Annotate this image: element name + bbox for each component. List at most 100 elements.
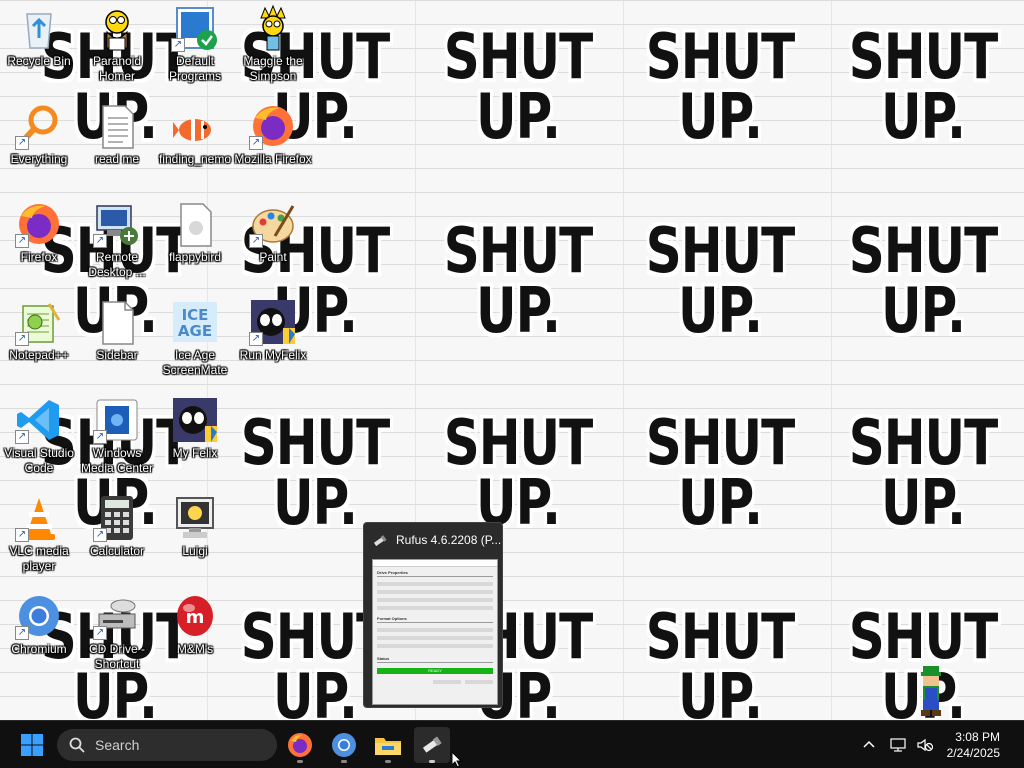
- running-indicator: [341, 760, 347, 763]
- desktop-icon[interactable]: ↗ Everything: [0, 102, 78, 167]
- desktop-icon[interactable]: ICE AGE Ice Age ScreenMate: [156, 298, 234, 378]
- taskbar-chromium[interactable]: [326, 727, 362, 763]
- firefox-icon: ↗: [15, 200, 63, 248]
- desktop-icon-label: M&M's: [176, 642, 214, 656]
- file-icon: [171, 200, 219, 248]
- luigi-sprite: [921, 666, 941, 716]
- wallpaper-line-1: SHUT: [443, 20, 594, 93]
- desktop-icon[interactable]: ↗ Run MyFelix: [234, 298, 312, 363]
- wallpaper-shut-up-text: SHUTUP.: [645, 600, 796, 733]
- remote-desktop-icon: ↗: [93, 200, 141, 248]
- network-status[interactable]: [888, 734, 910, 756]
- taskbar-file-explorer[interactable]: [370, 727, 406, 763]
- vlc-icon: ↗: [15, 494, 63, 542]
- network-icon: [890, 738, 906, 752]
- desktop-icon-label: Sidebar: [96, 348, 138, 362]
- desktop-icon[interactable]: ↗ Windows Media Center: [78, 396, 156, 476]
- rufus-ready-bar: READY: [377, 668, 493, 674]
- desktop-icon[interactable]: My Felix: [156, 396, 234, 461]
- rufus-usb-icon: [373, 535, 387, 547]
- taskbar-firefox[interactable]: [282, 727, 318, 763]
- desktop-icon[interactable]: ↗ Firefox: [0, 200, 78, 265]
- volume-muted-icon: [917, 738, 934, 752]
- desktop-icon[interactable]: ↗ Mozilla Firefox: [234, 102, 312, 167]
- desktop-icon-label: Recycle Bin: [7, 54, 71, 68]
- shortcut-arrow-icon: ↗: [93, 430, 107, 444]
- desktop-icon[interactable]: Paranoid Homer: [78, 4, 156, 84]
- taskbar-rufus[interactable]: [414, 727, 450, 763]
- rufus-window-thumbnail[interactable]: Drive Properties Format Options Status R…: [372, 559, 498, 705]
- desktop-icon[interactable]: flappybird: [156, 200, 234, 265]
- shortcut-arrow-icon: ↗: [93, 234, 107, 248]
- clock[interactable]: 3:08 PM 2/24/2025: [947, 729, 1000, 761]
- desktop-icon[interactable]: m M&M's: [156, 592, 234, 657]
- wallpaper-line-1: SHUT: [645, 600, 796, 673]
- taskbar-search[interactable]: Search: [57, 729, 277, 761]
- rufus-ready-label: READY: [428, 668, 442, 673]
- wallpaper-line-1: SHUT: [848, 406, 999, 479]
- wallpaper-line-2: UP.: [880, 79, 966, 153]
- wallpaper-line-2: UP.: [880, 273, 966, 347]
- desktop-icon[interactable]: Recycle Bin: [0, 4, 78, 69]
- firefox-icon: ↗: [249, 102, 297, 150]
- rufus-taskbar-preview[interactable]: Rufus 4.6.2208 (P... Drive Properties Fo…: [363, 522, 503, 708]
- rufus-format-options: Format Options: [377, 616, 407, 621]
- desktop-icon[interactable]: ↗ Chromium: [0, 592, 78, 657]
- desktop-icon[interactable]: Luigi: [156, 494, 234, 559]
- desktop-icon-label: Mozilla Firefox: [234, 152, 312, 166]
- notepadpp-icon: ↗: [15, 298, 63, 346]
- volume-status[interactable]: [914, 734, 936, 756]
- desktop-icon-label: read me: [94, 152, 140, 166]
- clock-date: 2/24/2025: [946, 746, 1000, 760]
- wallpaper-line-1: SHUT: [848, 600, 999, 673]
- chevron-up-icon: [863, 740, 875, 748]
- file-explorer-icon: [375, 738, 401, 755]
- desktop-icon-label: Windows Media Center: [80, 446, 154, 475]
- wallpaper-shut-up-text: SHUTUP.: [645, 20, 796, 147]
- shortcut-arrow-icon: ↗: [15, 430, 29, 444]
- wallpaper-line-1: SHUT: [443, 214, 594, 287]
- desktop-icon-label: flappybird: [168, 250, 222, 264]
- desktop-icon[interactable]: ↗ Visual Studio Code: [0, 396, 78, 476]
- desktop-icon[interactable]: ↗ Calculator: [78, 494, 156, 559]
- recycle-bin-icon: [15, 4, 63, 52]
- mm-icon: m: [171, 592, 219, 640]
- desktop-icon-label: finding_nemo: [158, 152, 232, 166]
- everything-search-icon: ↗: [15, 102, 63, 150]
- desktop-icon-label: My Felix: [172, 446, 218, 460]
- wallpaper-shut-up-text: SHUTUP.: [443, 214, 594, 341]
- wallpaper-shut-up-text: SHUTUP.: [443, 406, 594, 533]
- desktop-icon-label: Run MyFelix: [239, 348, 307, 362]
- desktop-icon[interactable]: ↗ Notepad++: [0, 298, 78, 363]
- show-hidden-icons[interactable]: [858, 734, 880, 756]
- chromium-icon: [332, 733, 356, 757]
- desktop-icon[interactable]: ↗ Remote Desktop ...: [78, 200, 156, 280]
- desktop-icon[interactable]: read me: [78, 102, 156, 167]
- running-indicator: [429, 760, 435, 763]
- shortcut-arrow-icon: ↗: [93, 626, 107, 640]
- desktop-icon[interactable]: finding_nemo: [156, 102, 234, 167]
- shortcut-arrow-icon: ↗: [249, 234, 263, 248]
- desktop-icon[interactable]: ↗ Default Programs: [156, 4, 234, 84]
- wallpaper-line-2: UP.: [677, 465, 763, 539]
- wallpaper-shut-up-text: SHUTUP.: [645, 412, 796, 539]
- wallpaper-line-2: UP.: [72, 659, 158, 733]
- start-button[interactable]: [14, 727, 50, 763]
- wallpaper-line-1: SHUT: [848, 214, 999, 287]
- default-programs-icon: ↗: [171, 4, 219, 52]
- wallpaper-shut-up-text: SHUTUP.: [848, 26, 999, 153]
- desktop-icon[interactable]: ↗ Paint: [234, 200, 312, 265]
- desktop-icon[interactable]: Sidebar: [78, 298, 156, 363]
- desktop-icon[interactable]: Maggie the Simpson: [234, 4, 312, 84]
- desktop-icon[interactable]: ↗ CD Drive - Shortcut: [78, 592, 156, 672]
- wallpaper-line-2: UP.: [880, 465, 966, 539]
- felix-icon: [171, 396, 219, 444]
- shortcut-arrow-icon: ↗: [15, 528, 29, 542]
- wallpaper-line-1: SHUT: [443, 406, 594, 479]
- shortcut-arrow-icon: ↗: [249, 136, 263, 150]
- wallpaper-line-2: UP.: [677, 659, 763, 733]
- desktop-icon[interactable]: ↗ VLC media player: [0, 494, 78, 574]
- wallpaper-line-1: SHUT: [645, 20, 796, 93]
- blank-file-icon: [93, 298, 141, 346]
- desktop-icon-label: Default Programs: [168, 54, 221, 83]
